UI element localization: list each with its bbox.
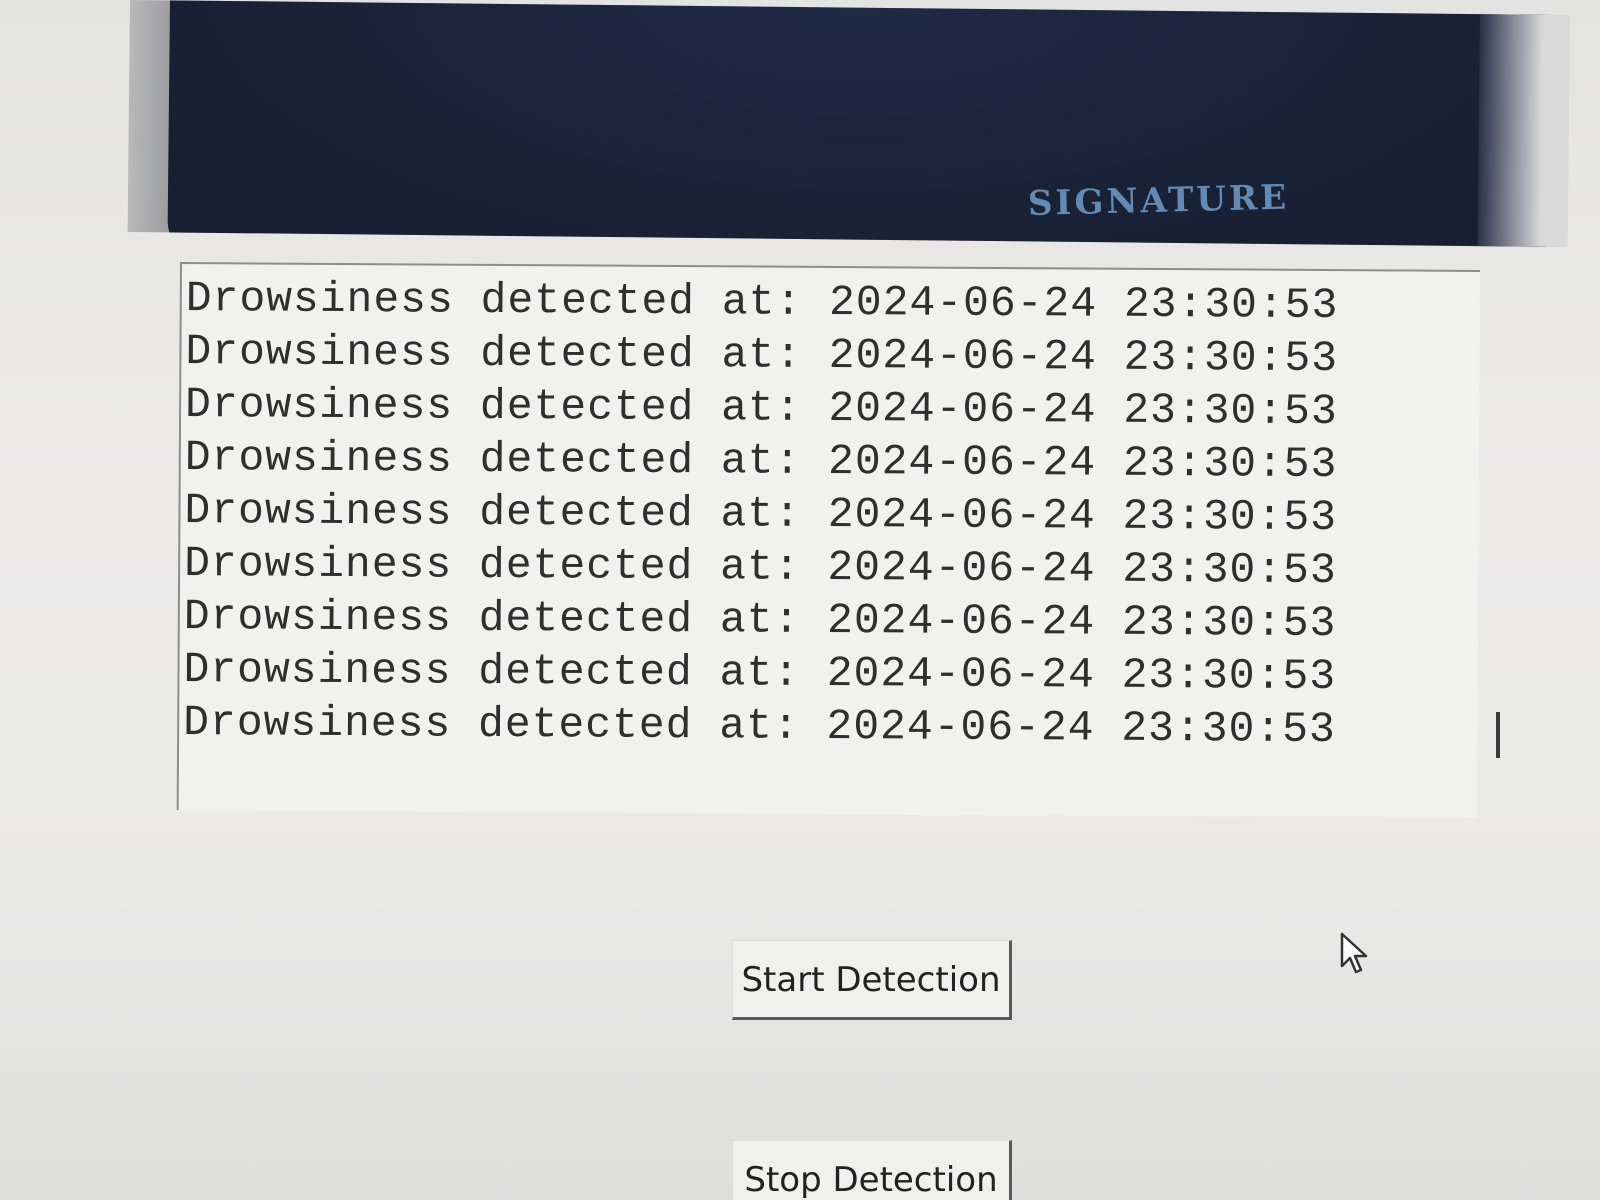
log-line: Drowsiness detected at: 2024-06-24 23:30… <box>184 539 1337 596</box>
person-shirt <box>167 0 1551 248</box>
log-line: Drowsiness detected at: 2024-06-24 23:30… <box>184 486 1338 543</box>
text-cursor-icon <box>1496 712 1500 758</box>
log-line: Drowsiness detected at: 2024-06-24 23:30… <box>183 698 1336 755</box>
log-line: Drowsiness detected at: 2024-06-24 23:30… <box>183 645 1337 702</box>
log-line: Drowsiness detected at: 2024-06-24 23:30… <box>183 592 1337 649</box>
log-line: Drowsiness detected at: 2024-06-24 23:30… <box>184 380 1338 437</box>
video-background-right <box>1477 14 1570 248</box>
shirt-print-text: SIGNATURE <box>1027 177 1290 224</box>
webcam-video-feed: SIGNATURE <box>127 0 1570 248</box>
log-line: Drowsiness detected at: 2024-06-24 23:30… <box>185 327 1339 384</box>
drowsiness-detection-window: SIGNATURE Drowsiness detected at: 2024-0… <box>0 0 1600 1200</box>
start-detection-button[interactable]: Start Detection <box>732 940 1012 1020</box>
mouse-pointer-icon <box>1340 932 1368 974</box>
stop-detection-button[interactable]: Stop Detection <box>732 1140 1012 1200</box>
log-line: Drowsiness detected at: 2024-06-24 23:30… <box>184 433 1338 490</box>
detection-log-textbox[interactable]: Drowsiness detected at: 2024-06-24 23:30… <box>176 262 1480 818</box>
log-line: Drowsiness detected at: 2024-06-24 23:30… <box>185 274 1339 331</box>
